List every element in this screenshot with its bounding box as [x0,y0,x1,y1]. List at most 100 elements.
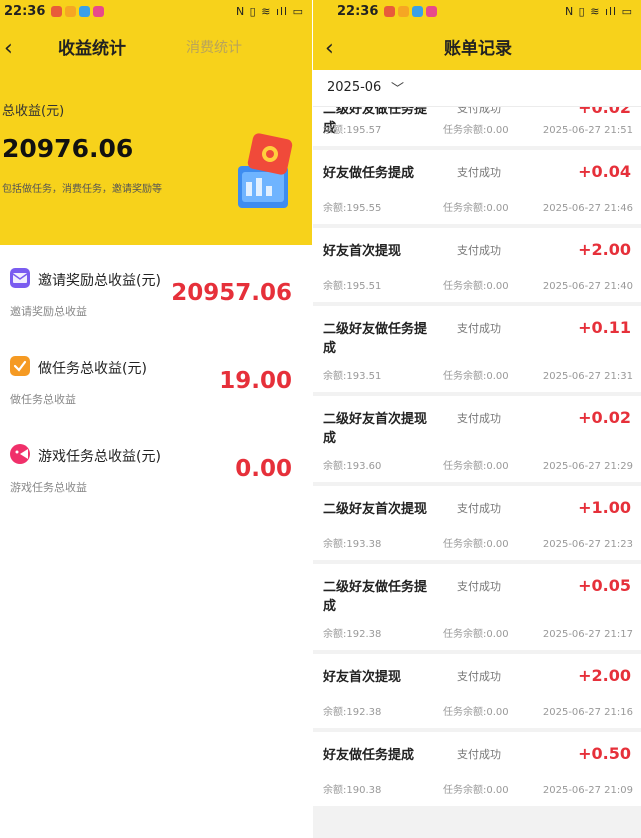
back-arrow-icon[interactable]: ‹ [4,36,13,61]
record-amount: +0.04 [578,162,631,181]
row-label: 游戏任务总收益(元) [38,449,161,465]
record-title: 二级好友首次提现成 [323,412,428,446]
record-task-balance: 任务余额:0.00 [443,461,509,472]
game-icon [10,444,30,464]
record-balance: 余额:193.51 [323,371,382,382]
app-notification-icon [65,5,77,17]
bill-record[interactable]: 二级好友做任务提成 支付成功 +0.05 余额:192.38 任务余额:0.00… [313,564,641,650]
record-time: 2025-06-27 21:16 [542,707,633,718]
tab-income-stats[interactable]: 收益统计 [58,34,126,59]
record-time: 2025-06-27 21:51 [542,125,633,136]
record-status: 支付成功 [457,412,501,425]
row-sublabel: 游戏任务总收益 [10,481,87,494]
game-income-row[interactable]: 游戏任务总收益(元) 游戏任务总收益 0.00 [0,434,312,520]
invite-income-row[interactable]: 邀请奖励总收益(元) 邀请奖励总收益 20957.06 [0,258,312,344]
app-notification-icon [412,5,424,17]
bill-record[interactable]: 好友做任务提成 支付成功 +0.50 余额:190.38 任务余额:0.00 2… [313,732,641,806]
record-balance: 余额:192.38 [323,707,382,718]
total-income-label: 总收益(元) [2,104,65,119]
bill-record[interactable]: 好友首次提现 支付成功 +2.00 余额:195.51 任务余额:0.00 20… [313,228,641,302]
bill-record[interactable]: 好友做任务提成 支付成功 +0.04 余额:195.55 任务余额:0.00 2… [313,150,641,224]
bill-records-screen: 22:36 N ▯ ≋ ıll ▭ ‹ 账单记录 2025-06 ﹀ 二级好友做… [313,0,641,838]
record-task-balance: 任务余额:0.00 [443,707,509,718]
status-bar: 22:36 N ▯ ≋ ıll ▭ [4,0,312,22]
record-task-balance: 任务余额:0.00 [443,125,509,136]
record-time: 2025-06-27 21:17 [542,629,633,640]
record-amount: +0.50 [578,744,631,763]
page-title: 账单记录 [444,39,512,59]
app-notification-icon [79,5,91,17]
bill-record[interactable]: 二级好友首次提现 支付成功 +1.00 余额:193.38 任务余额:0.00 … [313,486,641,560]
gift-box-illustration-icon [238,133,293,208]
task-income-row[interactable]: 做任务总收益(元) 做任务总收益 19.00 [0,346,312,432]
record-time: 2025-06-27 21:40 [542,281,633,292]
record-title: 好友做任务提成 [323,748,415,763]
record-title: 好友首次提现 [323,670,402,685]
month-selector[interactable]: 2025-06 [327,80,381,95]
status-bar: 22:36 N ▯ ≋ ıll ▭ [337,0,641,22]
record-time: 2025-06-27 21:31 [542,371,633,382]
income-stats-screen: 22:36 N ▯ ≋ ıll ▭ ‹ 收益统计 消费统计 总收益(元) 209… [0,0,312,838]
record-balance: 余额:195.55 [323,203,382,214]
record-amount: +1.00 [578,498,631,517]
record-task-balance: 任务余额:0.00 [443,785,509,796]
record-status: 支付成功 [457,748,501,761]
record-task-balance: 任务余额:0.00 [443,629,509,640]
record-title: 二级好友做任务提成 [323,322,428,356]
total-income-desc: 包括做任务，消费任务，邀请奖励等 [2,184,162,195]
record-task-balance: 任务余额:0.00 [443,371,509,382]
bill-record[interactable]: 二级好友做任务提成 支付成功 +0.11 余额:193.51 任务余额:0.00… [313,306,641,392]
record-amount: +0.05 [578,576,631,595]
envelope-icon [10,268,30,288]
row-sublabel: 邀请奖励总收益 [10,305,87,318]
record-task-balance: 任务余额:0.00 [443,539,509,550]
record-amount: +0.02 [578,408,631,427]
row-sublabel: 做任务总收益 [10,393,76,406]
notification-icons [51,5,105,17]
app-notification-icon [426,5,438,17]
record-task-balance: 任务余额:0.00 [443,281,509,292]
bill-record[interactable]: 好友首次提现 支付成功 +2.00 余额:192.38 任务余额:0.00 20… [313,654,641,728]
app-notification-icon [398,5,410,17]
bill-record[interactable]: 二级好友首次提现成 支付成功 +0.02 余额:193.60 任务余额:0.00… [313,396,641,482]
row-label: 做任务总收益(元) [38,361,147,377]
app-notification-icon [384,5,396,17]
record-balance: 余额:193.38 [323,539,382,550]
record-amount: +2.00 [578,240,631,259]
checkbox-icon [10,356,30,376]
record-title: 二级好友做任务提成 [323,580,428,614]
record-time: 2025-06-27 21:46 [542,203,633,214]
record-balance: 余额:190.38 [323,785,382,796]
app-notification-icon [51,5,63,17]
row-value: 19.00 [219,368,292,394]
record-task-balance: 任务余额:0.00 [443,203,509,214]
record-status: 支付成功 [457,166,501,179]
record-balance: 余额:192.38 [323,629,382,640]
status-time: 22:36 [337,3,379,19]
record-status: 支付成功 [457,670,501,683]
record-title: 好友首次提现 [323,244,402,259]
record-title: 好友做任务提成 [323,166,415,181]
row-value: 0.00 [235,456,292,482]
record-title: 二级好友首次提现 [323,502,428,517]
record-balance: 余额:195.51 [323,281,382,292]
row-label: 邀请奖励总收益(元) [38,273,161,289]
record-amount: +0.11 [578,318,631,337]
system-status-icons: N ▯ ≋ ıll ▭ [564,4,633,18]
screenshot-root: 22:36 N ▯ ≋ ıll ▭ ‹ 收益统计 消费统计 总收益(元) 209… [0,0,641,838]
record-time: 2025-06-27 21:23 [542,539,633,550]
system-status-icons: N ▯ ≋ ıll ▭ [235,4,304,18]
record-status: 支付成功 [457,322,501,335]
record-time: 2025-06-27 21:29 [542,461,633,472]
record-balance: 余额:193.60 [323,461,382,472]
back-arrow-icon[interactable]: ‹ [325,36,334,61]
tab-consumption-stats[interactable]: 消费统计 [186,37,242,57]
chevron-down-icon[interactable]: ﹀ [391,78,404,97]
total-income-value: 20976.06 [2,134,134,163]
record-status: 支付成功 [457,244,501,257]
record-amount: +2.00 [578,666,631,685]
record-balance: 余额:195.57 [323,125,382,136]
month-filter[interactable]: 2025-06 ﹀ [313,70,641,107]
record-status: 支付成功 [457,580,501,593]
record-time: 2025-06-27 21:09 [542,785,633,796]
